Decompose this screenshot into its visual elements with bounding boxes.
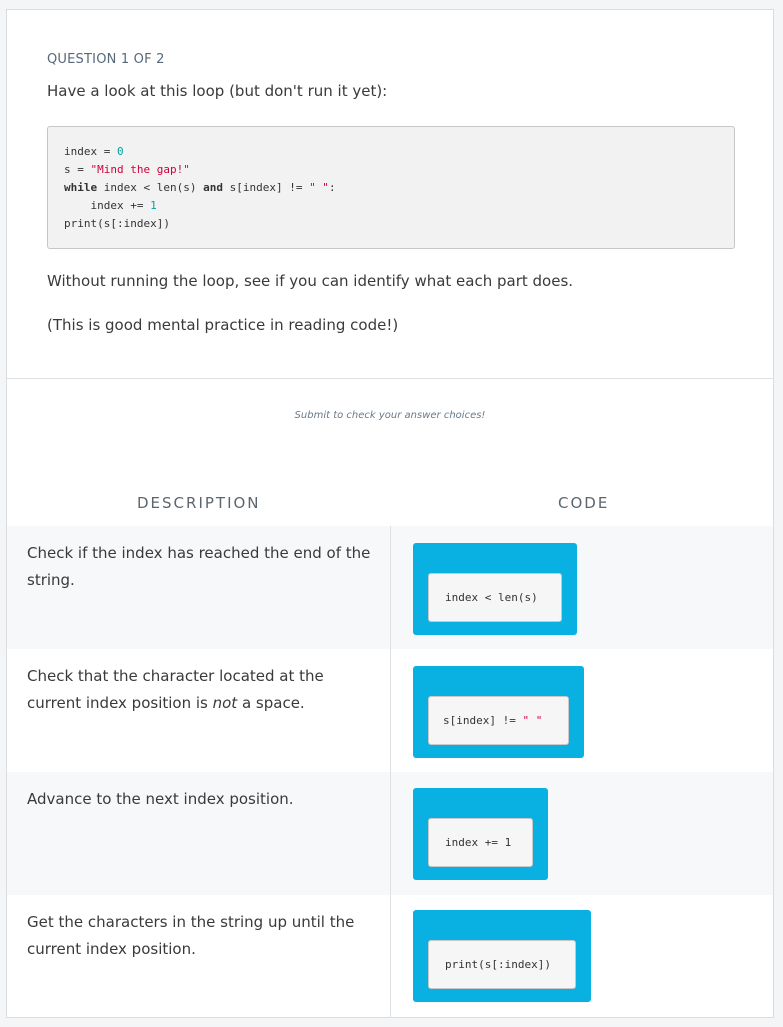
description-text: Advance to the next index position. (27, 790, 294, 808)
column-header-code: CODE (558, 494, 610, 512)
code-line-1: index = 0 (64, 145, 124, 158)
drop-zone[interactable]: s[index] != " " (413, 666, 584, 758)
description-text: Check that the character located at the … (27, 667, 324, 712)
practice-note: (This is good mental practice in reading… (47, 316, 399, 334)
question-card: QUESTION 1 OF 2 Have a look at this loop… (6, 9, 774, 1018)
section-divider (7, 378, 773, 379)
question-intro: Have a look at this loop (but don't run … (47, 82, 388, 100)
code-line-2: s = "Mind the gap!" (64, 163, 190, 176)
code-chip[interactable]: print(s[:index]) (428, 940, 576, 989)
code-line-3: while index < len(s) and s[index] != " "… (64, 181, 336, 194)
code-chip[interactable]: s[index] != " " (428, 696, 569, 745)
question-counter: QUESTION 1 OF 2 (47, 52, 165, 67)
code-chip[interactable]: index += 1 (428, 818, 533, 867)
instruction-text: Without running the loop, see if you can… (47, 272, 574, 290)
description-text: Get the characters in the string up unti… (27, 913, 355, 958)
submit-hint: Submit to check your answer choices! (294, 410, 486, 421)
code-line-5: print(s[:index]) (64, 217, 170, 230)
description-text: Check if the index has reached the end o… (27, 544, 371, 589)
code-chip[interactable]: index < len(s) (428, 573, 562, 622)
drop-zone[interactable]: print(s[:index]) (413, 910, 591, 1002)
drop-zone[interactable]: index += 1 (413, 788, 548, 880)
column-header-description: DESCRIPTION (137, 494, 261, 512)
code-line-4: index += 1 (64, 199, 157, 212)
column-divider (390, 526, 391, 1018)
drop-zone[interactable]: index < len(s) (413, 543, 577, 635)
code-block: index = 0 s = "Mind the gap!" while inde… (47, 126, 735, 249)
